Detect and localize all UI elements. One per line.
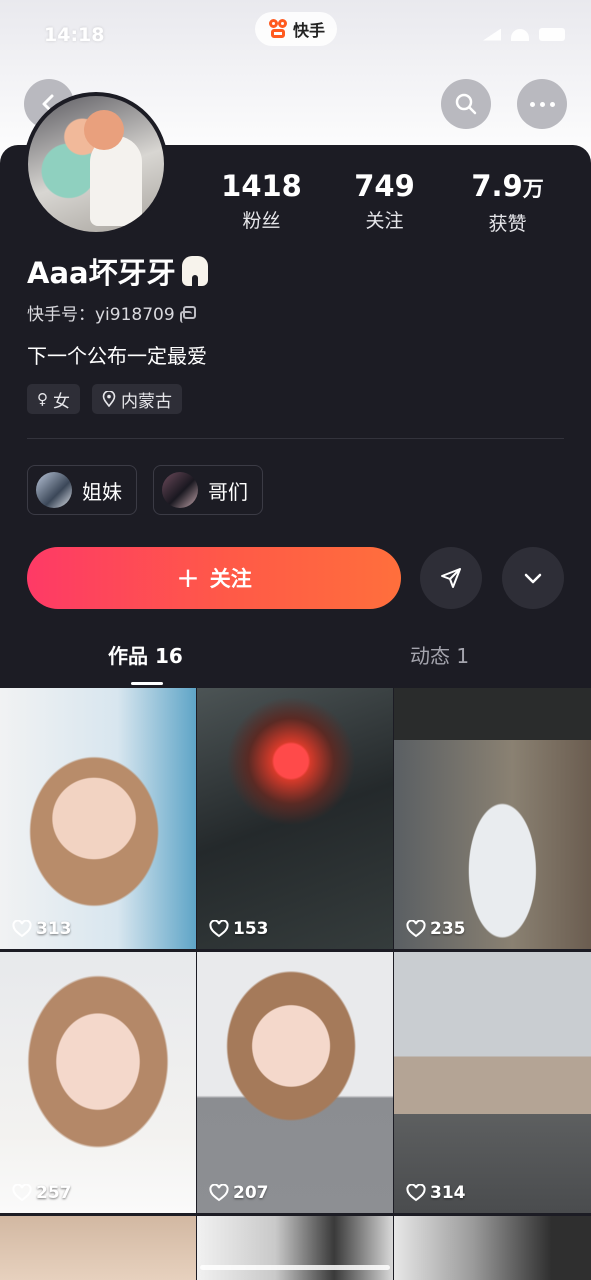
status-time: 14:18 — [44, 24, 105, 46]
status-bar: 14:18 快手 — [0, 0, 591, 70]
heart-icon — [12, 920, 32, 938]
chevron-down-icon — [524, 573, 542, 584]
group-label: 哥们 — [208, 479, 248, 504]
app-name: 快手 — [292, 21, 325, 40]
content-tabs: 作品 16 动态 1 — [0, 640, 591, 688]
tag-gender: ♀ 女 — [27, 384, 80, 414]
app-badge: 快手 — [255, 12, 337, 46]
divider — [27, 438, 564, 439]
kuaishou-logo-icon — [267, 18, 289, 40]
like-count: 153 — [209, 919, 269, 939]
video-thumbnail[interactable]: 235 — [394, 688, 591, 949]
video-thumbnail[interactable]: 313 — [0, 688, 196, 949]
video-thumbnail[interactable] — [394, 1216, 591, 1280]
like-count: 235 — [406, 919, 466, 939]
location-icon — [102, 391, 116, 407]
like-count: 207 — [209, 1183, 269, 1203]
video-thumbnail[interactable]: 314 — [394, 952, 591, 1213]
heart-icon — [12, 1184, 32, 1202]
stat-label: 粉丝 — [242, 210, 281, 232]
share-button[interactable] — [420, 547, 482, 609]
profile-bio: 下一个公布一定最爱 — [27, 344, 207, 368]
send-icon — [441, 568, 461, 588]
like-count-text: 313 — [36, 919, 72, 939]
female-icon: ♀ — [37, 390, 48, 408]
system-icons — [483, 28, 565, 41]
like-count-text: 314 — [430, 1183, 466, 1203]
group-brothers[interactable]: 哥们 — [153, 465, 263, 515]
video-thumbnail[interactable]: 153 — [197, 688, 393, 949]
stat-likes[interactable]: 7.9万 获赞 — [446, 168, 569, 236]
tab-works[interactable]: 作品 16 — [108, 640, 183, 669]
like-count-text: 153 — [233, 919, 269, 939]
heart-icon — [209, 1184, 229, 1202]
stat-unit: 万 — [522, 177, 544, 201]
avatar[interactable] — [24, 92, 168, 236]
nickname-text: Aaa坏牙牙 — [27, 256, 176, 290]
group-avatar — [36, 472, 72, 508]
heart-icon — [209, 920, 229, 938]
like-count: 314 — [406, 1183, 466, 1203]
like-count-text: 235 — [430, 919, 466, 939]
stat-following[interactable]: 749 关注 — [323, 168, 446, 236]
stat-value: 749 — [354, 169, 415, 203]
group-label: 姐妹 — [82, 479, 122, 504]
group-avatar — [162, 472, 198, 508]
tag-location: 内蒙古 — [92, 384, 182, 414]
follow-button[interactable]: + 关注 — [27, 547, 401, 609]
group-chats: 姐妹 哥们 — [27, 465, 263, 515]
stat-fans[interactable]: 1418 粉丝 — [200, 168, 323, 236]
heart-icon — [406, 1184, 426, 1202]
plus-icon: + — [176, 561, 200, 594]
tag-label: 内蒙古 — [121, 391, 172, 412]
profile-tags: ♀ 女 内蒙古 — [27, 384, 182, 414]
heart-icon — [406, 920, 426, 938]
user-id: 快手号：yi918709 — [27, 300, 196, 325]
wifi-icon — [511, 28, 529, 41]
user-id-text: 快手号：yi918709 — [27, 305, 175, 325]
stat-value: 1418 — [221, 169, 302, 203]
search-icon — [455, 93, 477, 115]
profile-nickname: Aaa坏牙牙 — [27, 250, 208, 292]
tooth-emoji-icon — [181, 256, 208, 287]
signal-icon — [483, 28, 501, 41]
more-dots-icon — [529, 101, 555, 107]
home-indicator — [200, 1265, 390, 1270]
battery-icon — [539, 28, 565, 41]
tab-moments[interactable]: 动态 1 — [410, 640, 469, 669]
video-thumbnail[interactable] — [0, 1216, 196, 1280]
like-count: 257 — [12, 1183, 72, 1203]
like-count-text: 257 — [36, 1183, 72, 1203]
stat-label: 获赞 — [488, 213, 527, 235]
like-count-text: 207 — [233, 1183, 269, 1203]
video-grid: 313 153 235 257 207 314 — [0, 688, 591, 1280]
expand-button[interactable] — [502, 547, 564, 609]
video-thumbnail[interactable] — [197, 1216, 393, 1280]
profile-stats: 1418 粉丝 749 关注 7.9万 获赞 — [200, 168, 580, 236]
video-thumbnail[interactable]: 257 — [0, 952, 196, 1213]
follow-label: 关注 — [209, 567, 252, 591]
video-thumbnail[interactable]: 207 — [197, 952, 393, 1213]
group-sisters[interactable]: 姐妹 — [27, 465, 137, 515]
stat-label: 关注 — [365, 210, 404, 232]
search-button[interactable] — [441, 79, 491, 129]
tag-label: 女 — [53, 391, 70, 412]
copy-icon[interactable] — [179, 306, 196, 323]
like-count: 313 — [12, 919, 72, 939]
active-tab-indicator — [131, 682, 163, 685]
more-options-button[interactable] — [517, 79, 567, 129]
stat-value: 7.9 — [471, 169, 523, 203]
